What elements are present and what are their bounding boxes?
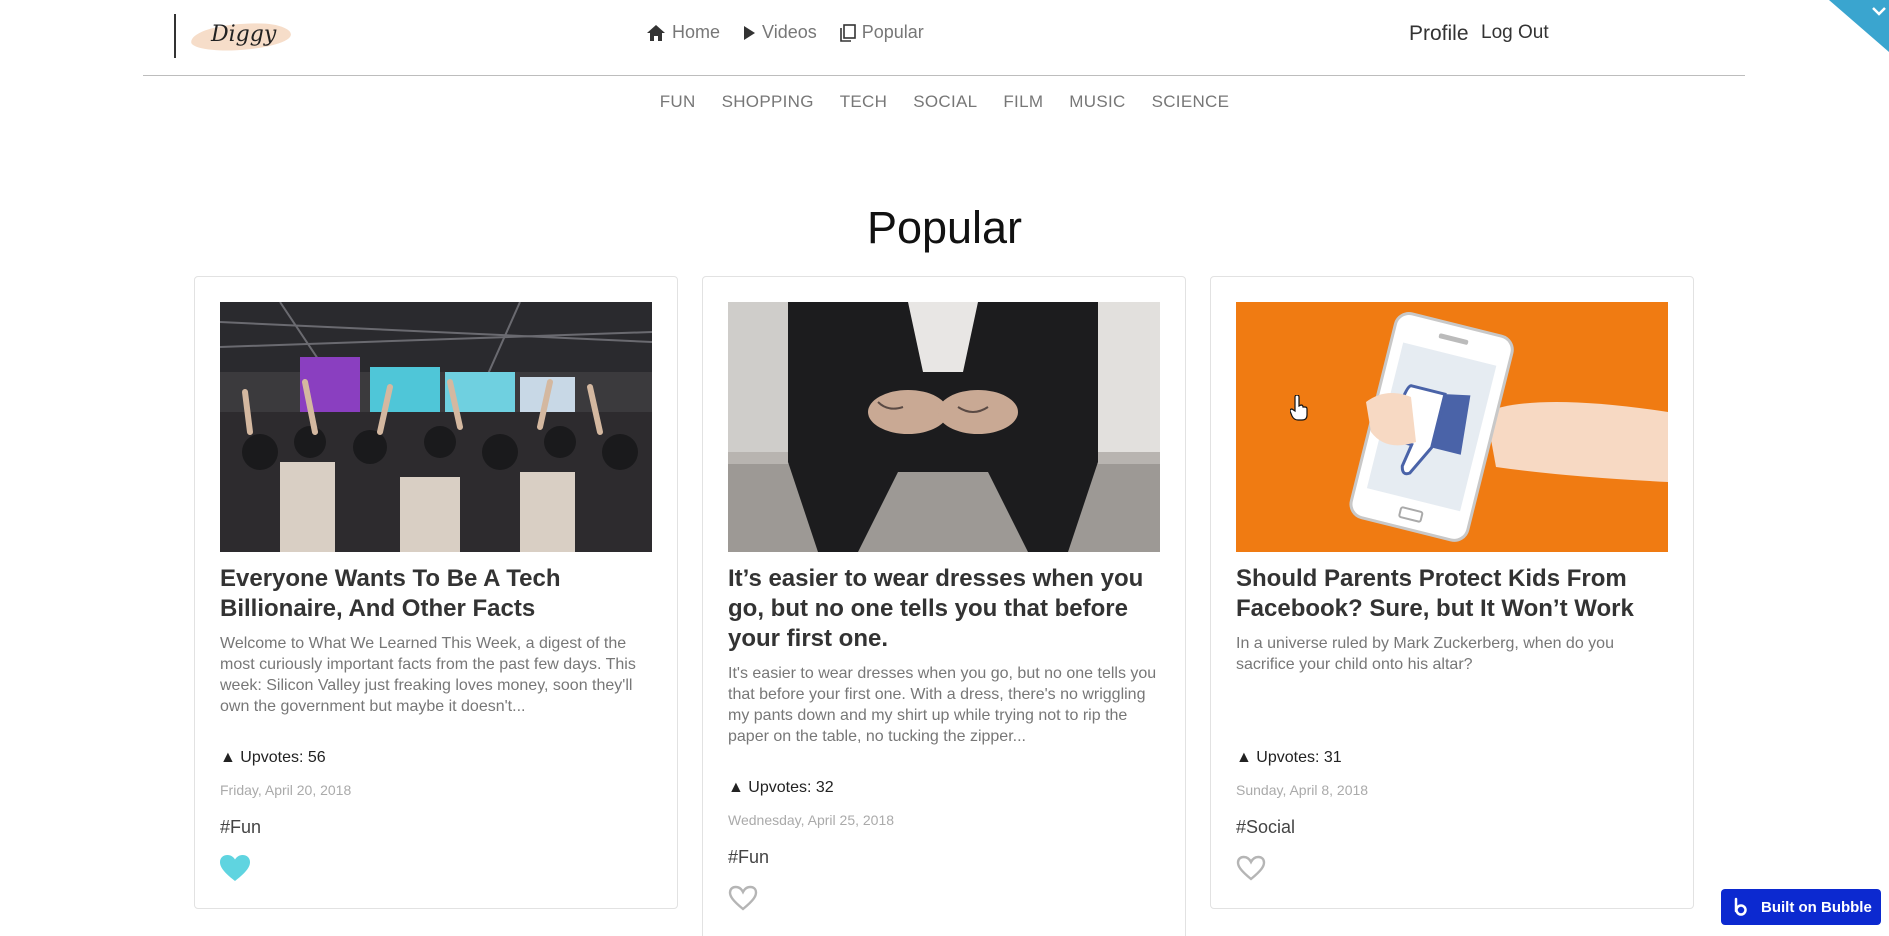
- copy-icon: [839, 23, 856, 42]
- post-title[interactable]: Should Parents Protect Kids From Faceboo…: [1236, 564, 1676, 624]
- heart-outline-icon[interactable]: [1236, 855, 1266, 882]
- category-fun[interactable]: FUN: [660, 92, 696, 112]
- post-date: Sunday, April 8, 2018: [1236, 782, 1369, 798]
- post-image-seated-man[interactable]: [728, 302, 1160, 552]
- upvote-count[interactable]: ▲ Upvotes: 31: [1236, 749, 1342, 767]
- category-shopping[interactable]: SHOPPING: [722, 92, 814, 112]
- category-tech[interactable]: TECH: [840, 92, 887, 112]
- post-tag[interactable]: #Social: [1236, 817, 1295, 838]
- post-description: Welcome to What We Learned This Week, a …: [220, 635, 636, 715]
- category-science[interactable]: SCIENCE: [1152, 92, 1230, 112]
- post-image-conference[interactable]: [220, 302, 652, 552]
- seated-man-image: [728, 302, 1160, 552]
- phone-thumbs-down-image: [1236, 302, 1668, 552]
- nav-popular-label: Popular: [861, 22, 924, 42]
- hand-cursor-icon: [1290, 395, 1308, 421]
- post-title[interactable]: Everyone Wants To Be A Tech Billionaire,…: [220, 564, 660, 624]
- post-card[interactable]: Should Parents Protect Kids From Faceboo…: [1210, 276, 1694, 909]
- post-tag[interactable]: #Fun: [220, 817, 261, 838]
- nav-popular[interactable]: Popular: [839, 22, 924, 43]
- post-description: In a universe ruled by Mark Zuckerberg, …: [1236, 635, 1614, 673]
- page-title: Popular: [866, 202, 1023, 253]
- logo-divider: [174, 14, 176, 58]
- upvote-count[interactable]: ▲ Upvotes: 56: [220, 749, 326, 767]
- category-music[interactable]: MUSIC: [1069, 92, 1125, 112]
- post-description: It's easier to wear dresses when you go,…: [728, 665, 1157, 745]
- post-title[interactable]: It’s easier to wear dresses when you go,…: [728, 564, 1168, 654]
- logout-link[interactable]: Log Out: [1481, 22, 1549, 44]
- upvote-count[interactable]: ▲ Upvotes: 32: [728, 779, 834, 797]
- post-tag[interactable]: #Fun: [728, 847, 769, 868]
- home-icon: [647, 24, 665, 41]
- post-image-phone-dislike[interactable]: [1236, 302, 1668, 552]
- post-card[interactable]: Everyone Wants To Be A Tech Billionaire,…: [194, 276, 678, 909]
- nav-home[interactable]: Home: [646, 22, 720, 43]
- logo-text: Diggy: [211, 22, 277, 47]
- bubble-logo-icon: [1729, 896, 1751, 918]
- badge-label: Built on Bubble: [1761, 898, 1872, 916]
- post-card[interactable]: It’s easier to wear dresses when you go,…: [702, 276, 1186, 936]
- post-date: Friday, April 20, 2018: [220, 782, 352, 798]
- nav-home-label: Home: [672, 22, 721, 42]
- nav-videos-label: Videos: [762, 22, 817, 42]
- category-film[interactable]: FILM: [1003, 92, 1043, 112]
- corner-collapse-tab[interactable]: [1829, 0, 1889, 52]
- category-bar: FUN SHOPPING TECH SOCIAL FILM MUSIC SCIE…: [0, 92, 1889, 112]
- conference-crowd-image: [220, 302, 652, 552]
- heart-outline-icon[interactable]: [728, 885, 758, 912]
- play-icon: [744, 25, 756, 40]
- built-on-bubble-badge[interactable]: Built on Bubble: [1721, 889, 1881, 925]
- profile-link[interactable]: Profile: [1409, 22, 1469, 46]
- nav-videos[interactable]: Videos: [742, 22, 817, 43]
- heart-filled-icon[interactable]: [220, 855, 250, 882]
- logo[interactable]: Diggy: [190, 18, 292, 56]
- main-nav: Home Videos Popular: [646, 22, 924, 43]
- post-date: Wednesday, April 25, 2018: [728, 812, 895, 828]
- category-social[interactable]: SOCIAL: [913, 92, 977, 112]
